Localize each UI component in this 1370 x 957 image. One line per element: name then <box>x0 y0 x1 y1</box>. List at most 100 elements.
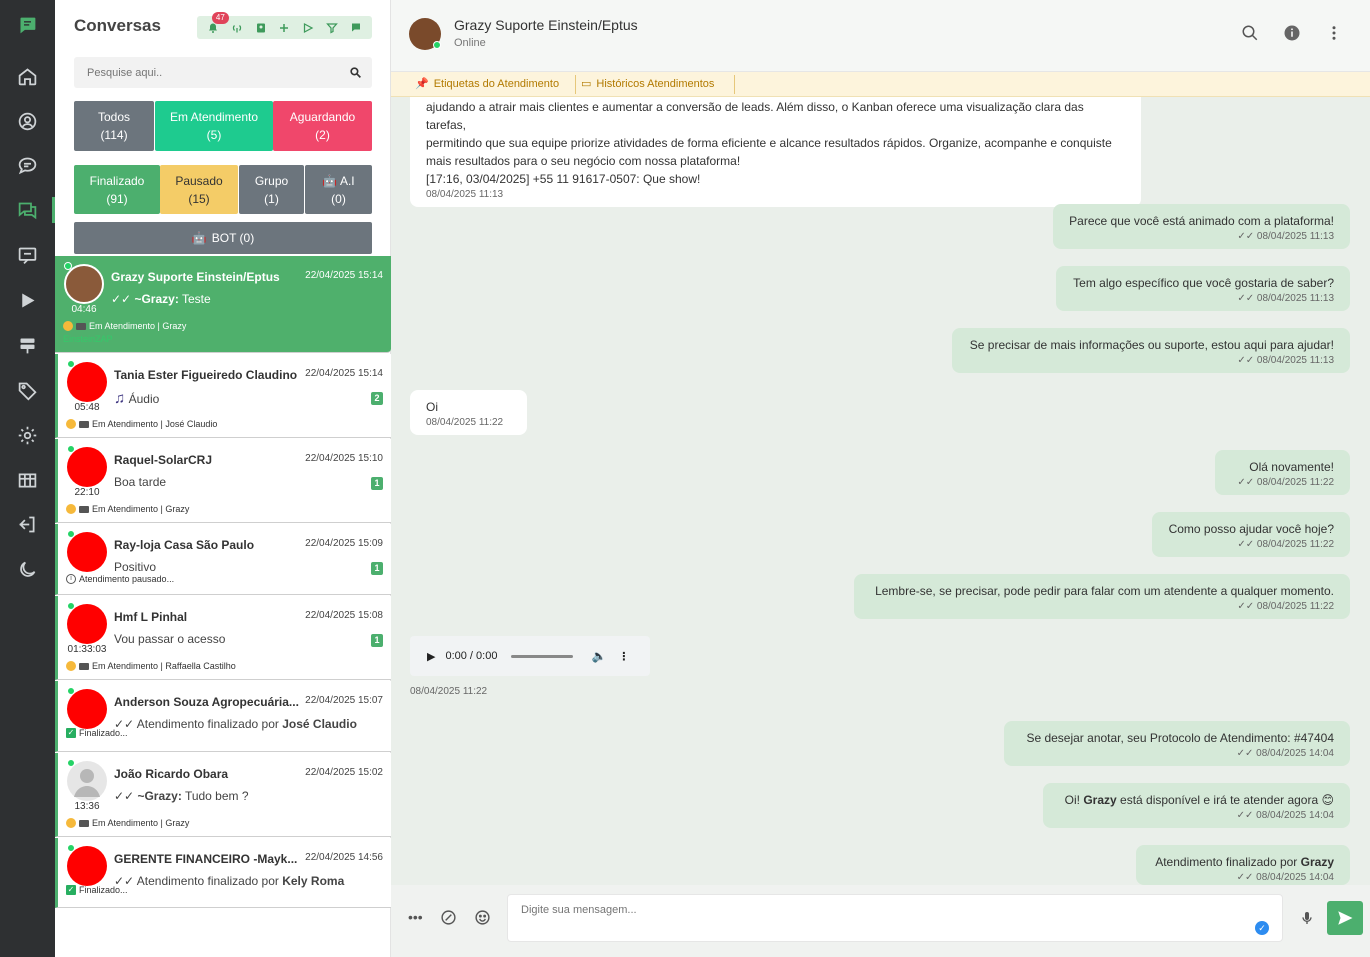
whatsapp-dot-icon <box>67 759 75 767</box>
info-icon[interactable] <box>1283 24 1301 42</box>
message-bubble-outgoing[interactable]: Oi! Grazy está disponível e irá te atend… <box>1043 783 1350 828</box>
avatar <box>67 604 107 644</box>
agent-name: José Claudio <box>282 717 357 731</box>
filter-bot-button[interactable]: 🤖 BOT (0) <box>74 222 372 254</box>
chat-bubble-logo-icon[interactable] <box>12 10 42 40</box>
contact-name: Tania Ester Figueiredo Claudino <box>114 368 298 382</box>
message-bubble-incoming[interactable]: ajudando a atrair mais clientes e aument… <box>410 97 1141 207</box>
table-icon[interactable] <box>12 465 42 495</box>
status-text: Em Atendimento | José Claudio <box>92 419 218 429</box>
contacts-book-icon[interactable] <box>253 20 269 36</box>
audio-progress-slider[interactable] <box>511 654 574 658</box>
message-bubble-outgoing[interactable]: Olá novamente! ✓✓ 08/04/2025 11:22 <box>1215 450 1350 495</box>
user-circle-icon[interactable] <box>12 106 42 136</box>
status-line: Em Atendimento | Grazy <box>63 321 186 331</box>
chat-header: Grazy Suporte Einstein/Eptus Online <box>391 0 1370 72</box>
message-bubble-incoming[interactable]: Oi 08/04/2025 11:22 <box>410 390 527 435</box>
search-icon[interactable] <box>349 66 362 79</box>
send-play-icon[interactable] <box>300 20 316 36</box>
microphone-icon[interactable] <box>1299 909 1315 927</box>
message-bubble-outgoing[interactable]: Atendimento finalizado por Grazy ✓✓ 08/0… <box>1136 845 1350 885</box>
notification-bell-icon[interactable]: 47 <box>205 11 229 36</box>
avatar <box>64 264 104 304</box>
status-text: Finalizado... <box>79 728 128 738</box>
conversation-date: 22/04/2025 15:07 <box>305 695 383 706</box>
logout-icon[interactable] <box>12 509 42 539</box>
chat-bubble-icon[interactable] <box>348 20 364 36</box>
filter-finalizado-button[interactable]: Finalizado (91) <box>74 165 160 214</box>
filter-em-atendimento-button[interactable]: Em Atendimento (5) <box>155 101 273 151</box>
sender: ~Grazy: <box>137 789 182 803</box>
tab-divider <box>575 75 576 94</box>
attach-sticker-icon[interactable] <box>440 909 457 926</box>
filter-todos-button[interactable]: Todos (114) <box>74 101 154 151</box>
filter-label: Aguardando <box>289 110 356 124</box>
avatar <box>67 689 107 729</box>
notification-count-badge: 47 <box>211 11 229 24</box>
filter-funnel-icon[interactable] <box>324 20 340 36</box>
conversations-icon[interactable] <box>12 195 42 225</box>
message-bubble-outgoing[interactable]: Se desejar anotar, seu Protocolo de Aten… <box>1004 721 1350 766</box>
more-vertical-icon[interactable] <box>1325 24 1343 42</box>
audio-player[interactable]: ▶ 0:00 / 0:00 🔈 ⋮ <box>410 636 650 676</box>
message-bubble-outgoing[interactable]: Se precisar de mais informações ou supor… <box>952 328 1350 373</box>
emoji-icon <box>63 321 73 331</box>
broadcast-antenna-icon[interactable] <box>229 20 245 36</box>
filter-label: Em Atendimento <box>169 110 259 124</box>
emoji-icon[interactable] <box>474 909 491 926</box>
search-icon[interactable] <box>1241 24 1259 42</box>
filter-label: Grupo <box>254 173 289 188</box>
tag-icon[interactable] <box>12 375 42 405</box>
search-input[interactable] <box>74 57 334 88</box>
last-message: ✓✓ ~Grazy: Tudo bem ? <box>114 789 364 803</box>
message-icon[interactable] <box>12 150 42 180</box>
tab-historicos[interactable]: ▭ Históricos Atendimentos <box>581 77 714 91</box>
tab-divider <box>734 75 735 94</box>
message-bubble-outgoing[interactable]: Como posso ajudar você hoje? ✓✓ 08/04/20… <box>1152 512 1350 557</box>
conversation-item[interactable]: Raquel-SolarCRJ 22/04/2025 15:10 Boa tar… <box>55 439 391 523</box>
conversation-item-selected[interactable]: Grazy Suporte Einstein/Eptus 22/04/2025 … <box>55 256 391 353</box>
connection-name: EinsteinZAP <box>63 334 113 344</box>
message-input[interactable] <box>508 895 1282 941</box>
filter-grupo-button[interactable]: Grupo (1) <box>239 165 304 214</box>
grammar-check-icon[interactable]: ✓ <box>1255 921 1269 935</box>
message-text: Lembre-se, se precisar, pode pedir para … <box>875 584 1334 598</box>
conversation-item[interactable]: Ray-loja Casa São Paulo 22/04/2025 15:09… <box>55 524 391 595</box>
last-message: ✓✓ ~Grazy: Teste <box>111 292 361 306</box>
last-message: ♫ Áudio <box>114 390 364 407</box>
whatsapp-dot-icon <box>67 602 75 610</box>
campaign-play-icon[interactable] <box>12 285 42 315</box>
quick-reply-icon[interactable] <box>12 240 42 270</box>
tab-etiquetas[interactable]: 📌 Etiquetas do Atendimento <box>415 77 559 91</box>
play-icon[interactable]: ▶ <box>427 650 435 663</box>
settings-gear-icon[interactable] <box>12 420 42 450</box>
message-text: Teste <box>181 292 211 306</box>
message-bubble-outgoing[interactable]: Lembre-se, se precisar, pode pedir para … <box>854 574 1350 619</box>
more-options-icon[interactable]: ••• <box>408 909 423 925</box>
home-icon[interactable] <box>12 61 42 91</box>
filter-aguardando-button[interactable]: Aguardando (2) <box>273 101 372 151</box>
message-bubble-outgoing[interactable]: Tem algo específico que você gostaria de… <box>1056 266 1350 311</box>
filter-ai-button[interactable]: 🤖 A.I (0) <box>305 165 372 214</box>
signs-icon[interactable] <box>12 330 42 360</box>
conversation-item[interactable]: GERENTE FINANCEIRO -Mayk... 22/04/2025 1… <box>55 838 391 908</box>
conversation-item[interactable]: Hmf L Pinhal 22/04/2025 15:08 Vou passar… <box>55 596 391 680</box>
send-arrow-icon <box>1338 911 1353 925</box>
message-text: Atendimento finalizado por <box>136 874 279 888</box>
wait-timer: 04:46 <box>71 304 97 315</box>
message-time: 08/04/2025 11:13 <box>426 189 504 200</box>
conversation-item[interactable]: João Ricardo Obara 22/04/2025 15:02 ✓✓ ~… <box>55 753 391 837</box>
audio-menu-icon[interactable]: ⋮ <box>618 650 629 663</box>
add-plus-icon[interactable] <box>276 20 292 36</box>
contact-name: Hmf L Pinhal <box>114 610 188 624</box>
volume-icon[interactable]: 🔈 <box>591 649 606 663</box>
contact-name: Raquel-SolarCRJ <box>114 453 213 467</box>
message-bubble-outgoing[interactable]: Parece que você está animado com a plata… <box>1053 204 1350 249</box>
dark-mode-moon-icon[interactable] <box>12 554 42 584</box>
send-button[interactable] <box>1327 901 1363 935</box>
conversation-item[interactable]: Tania Ester Figueiredo Claudino 22/04/20… <box>55 354 391 438</box>
filter-pausado-button[interactable]: Pausado (15) <box>160 165 238 214</box>
status-line: ✓ Finalizado... <box>66 728 128 738</box>
conversation-item[interactable]: Anderson Souza Agropecuária... 22/04/202… <box>55 681 391 752</box>
conversation-date: 22/04/2025 14:56 <box>305 852 383 863</box>
